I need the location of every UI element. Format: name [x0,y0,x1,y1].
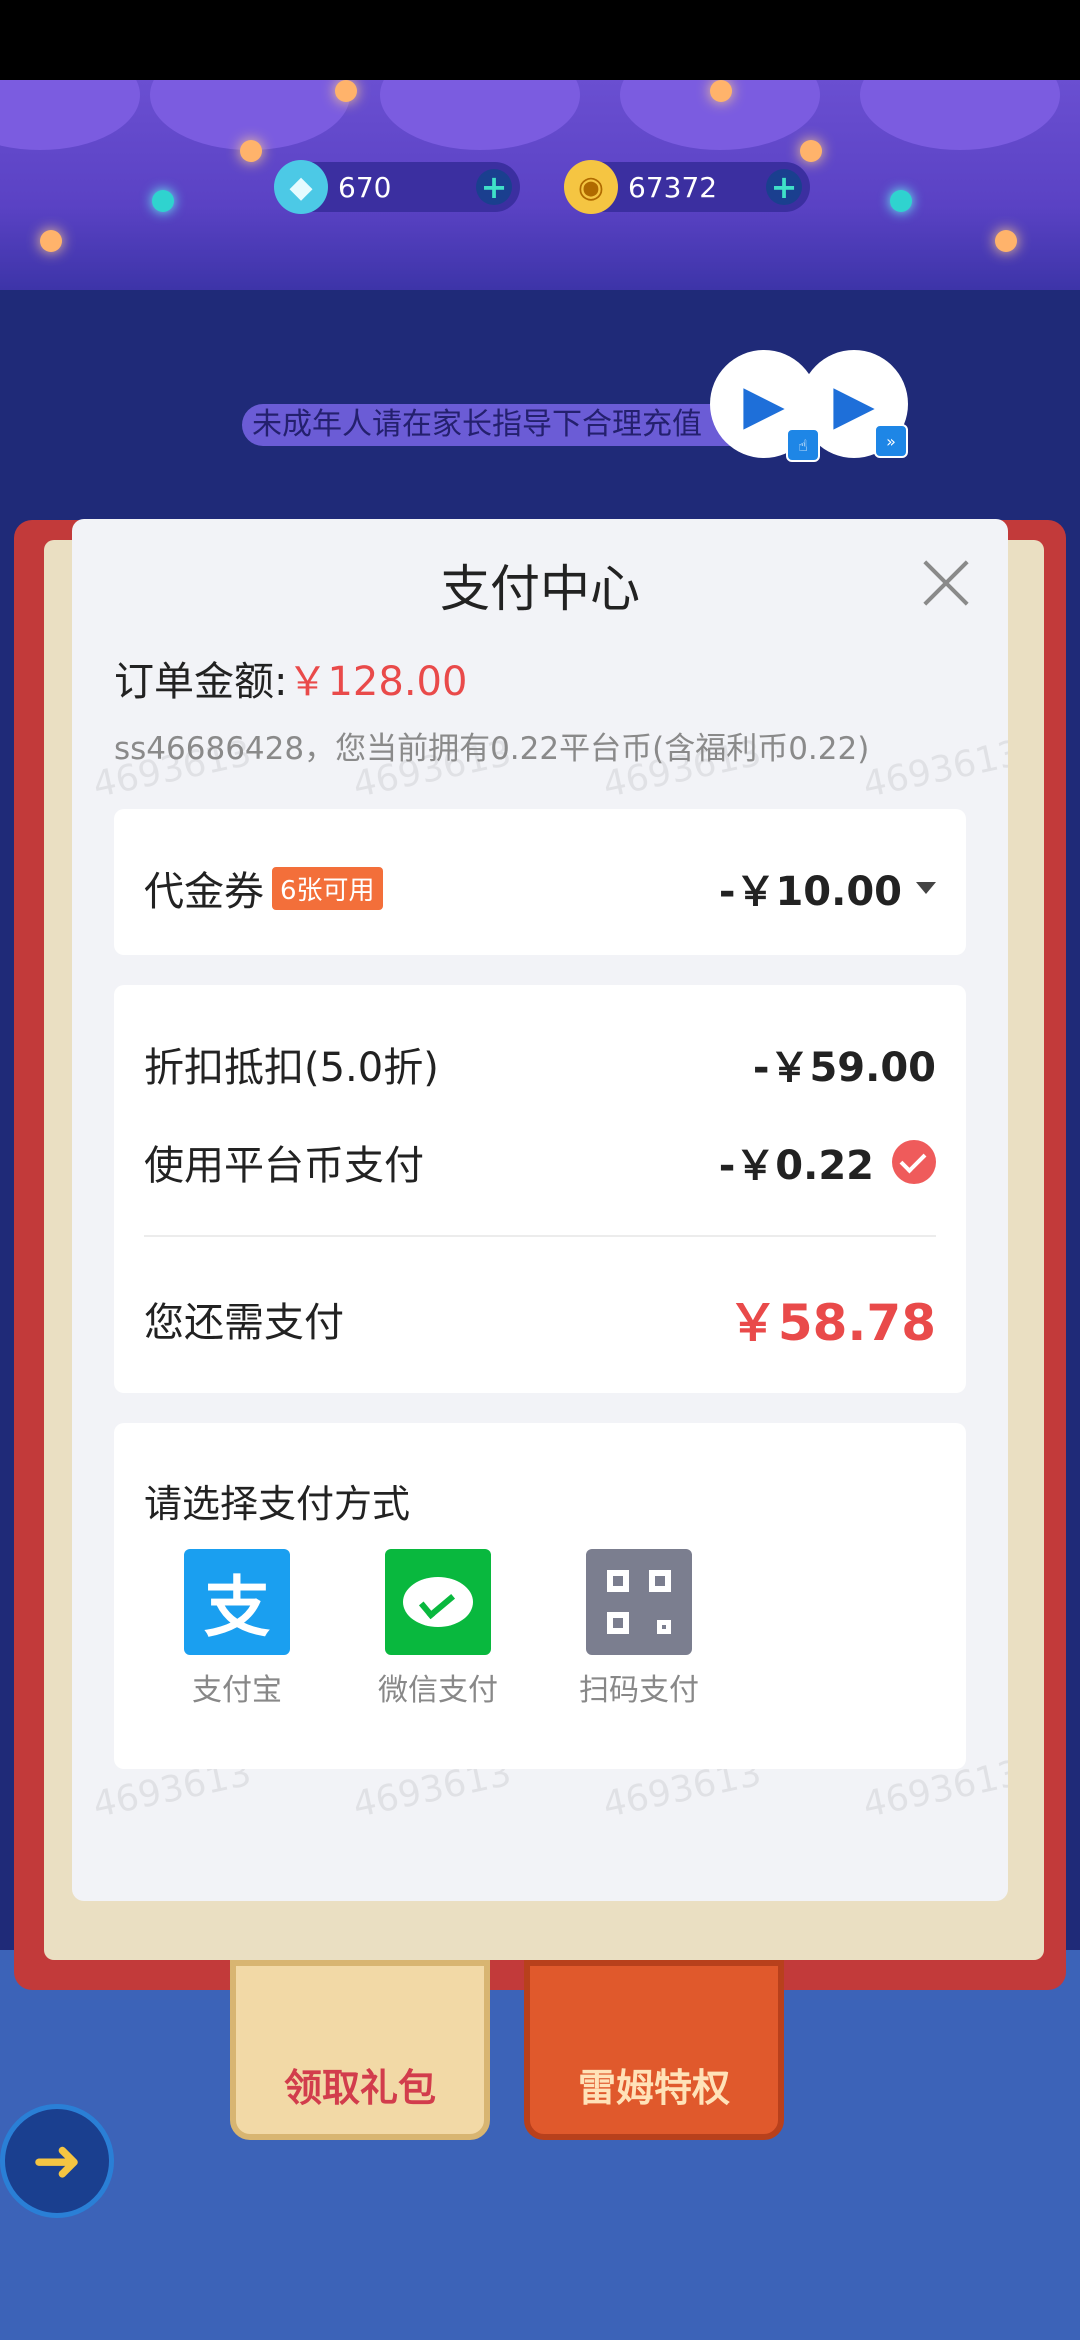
qr-scan-option[interactable]: 扫码支付 [574,1549,704,1709]
fast-forward-icon: » [874,424,908,458]
platform-coin-value: -￥0.22 [718,1143,874,1189]
discount-label: 折扣抵扣(5.0折) [144,1045,439,1091]
qr-scan-icon[interactable] [586,1549,692,1655]
discount-row: 折扣抵扣(5.0折) -￥59.00 [144,1035,936,1093]
light-bulb-decoration [710,80,732,102]
light-bulb-decoration [335,80,357,102]
wechat-pay-icon[interactable] [385,1549,491,1655]
coin-counter: ◉ 67372 + [564,160,810,214]
voucher-row[interactable]: 代金券 6张可用 -￥10.00 [144,859,936,917]
platform-coin-row[interactable]: 使用平台币支付 -￥0.22 [144,1133,936,1191]
voucher-value: -￥10.00 [718,869,902,915]
voucher-card[interactable]: 代金券 6张可用 -￥10.00 [114,809,966,955]
gem-count: 670 [338,170,392,204]
touch-icon: ☝ [786,428,820,462]
wechat-pay-option[interactable]: 微信支付 [373,1549,503,1709]
remaining-label: 您还需支付 [144,1300,344,1346]
qr-scan-label: 扫码支付 [579,1673,699,1708]
account-info: ss46686428，您当前拥有0.22平台币(含福利币0.22) [114,731,870,767]
remaining-amount: ￥58.78 [727,1294,936,1352]
gem-counter: ◆ 670 + [274,160,520,214]
minor-notice-banner: 未成年人请在家长指导下合理充值 [242,404,772,446]
checkmark-icon[interactable] [892,1140,936,1184]
curtain-decoration [860,80,1060,150]
status-bar [0,0,1080,80]
discount-value: -￥59.00 [752,1045,936,1091]
chevron-down-icon[interactable] [916,882,936,894]
payment-dialog: 4693613 4693613 4693613 4693613 4693613 … [72,519,1008,1901]
back-arrow-icon[interactable]: ➜ [0,2104,114,2218]
order-amount-label: 订单金额: [114,659,288,705]
watermark: 4693613 [859,732,1008,807]
curtain-decoration [380,80,580,150]
add-coins-button[interactable]: + [766,169,802,205]
light-bulb-decoration [240,140,262,162]
game-header [0,80,1080,290]
rem-privilege-tab[interactable]: 雷姆特权 [524,1960,784,2140]
alipay-label: 支付宝 [192,1673,282,1708]
voucher-label: 代金券 [144,869,264,915]
light-bulb-decoration [40,230,62,252]
deduction-card: 折扣抵扣(5.0折) -￥59.00 使用平台币支付 -￥0.22 您还需支付 … [114,985,966,1393]
cat-coin-icon: ◉ [564,160,618,214]
claim-gift-tab[interactable]: 领取礼包 [230,1960,490,2140]
voucher-available-badge: 6张可用 [272,866,383,910]
payment-method-title: 请选择支付方式 [144,1482,411,1526]
add-gems-button[interactable]: + [476,169,512,205]
divider [144,1235,936,1237]
dialog-title: 支付中心 [440,560,640,618]
coin-count: 67372 [628,170,718,204]
order-amount-value: ￥128.00 [287,659,468,705]
light-bulb-decoration [152,190,174,212]
order-amount: 订单金额:￥128.00 [114,649,467,707]
light-bulb-decoration [800,140,822,162]
payment-method-card: 请选择支付方式 支 支付宝 微信支付 扫码支付 [114,1423,966,1769]
curtain-decoration [0,80,140,150]
alipay-option[interactable]: 支 支付宝 [172,1549,302,1709]
wechat-pay-label: 微信支付 [378,1673,498,1708]
light-bulb-decoration [995,230,1017,252]
light-bulb-decoration [890,190,912,212]
alipay-icon[interactable]: 支 [184,1549,290,1655]
remaining-row: 您还需支付 ￥58.78 [144,1283,936,1355]
platform-coin-label: 使用平台币支付 [144,1143,424,1189]
close-icon[interactable] [920,557,972,609]
gem-icon: ◆ [274,160,328,214]
